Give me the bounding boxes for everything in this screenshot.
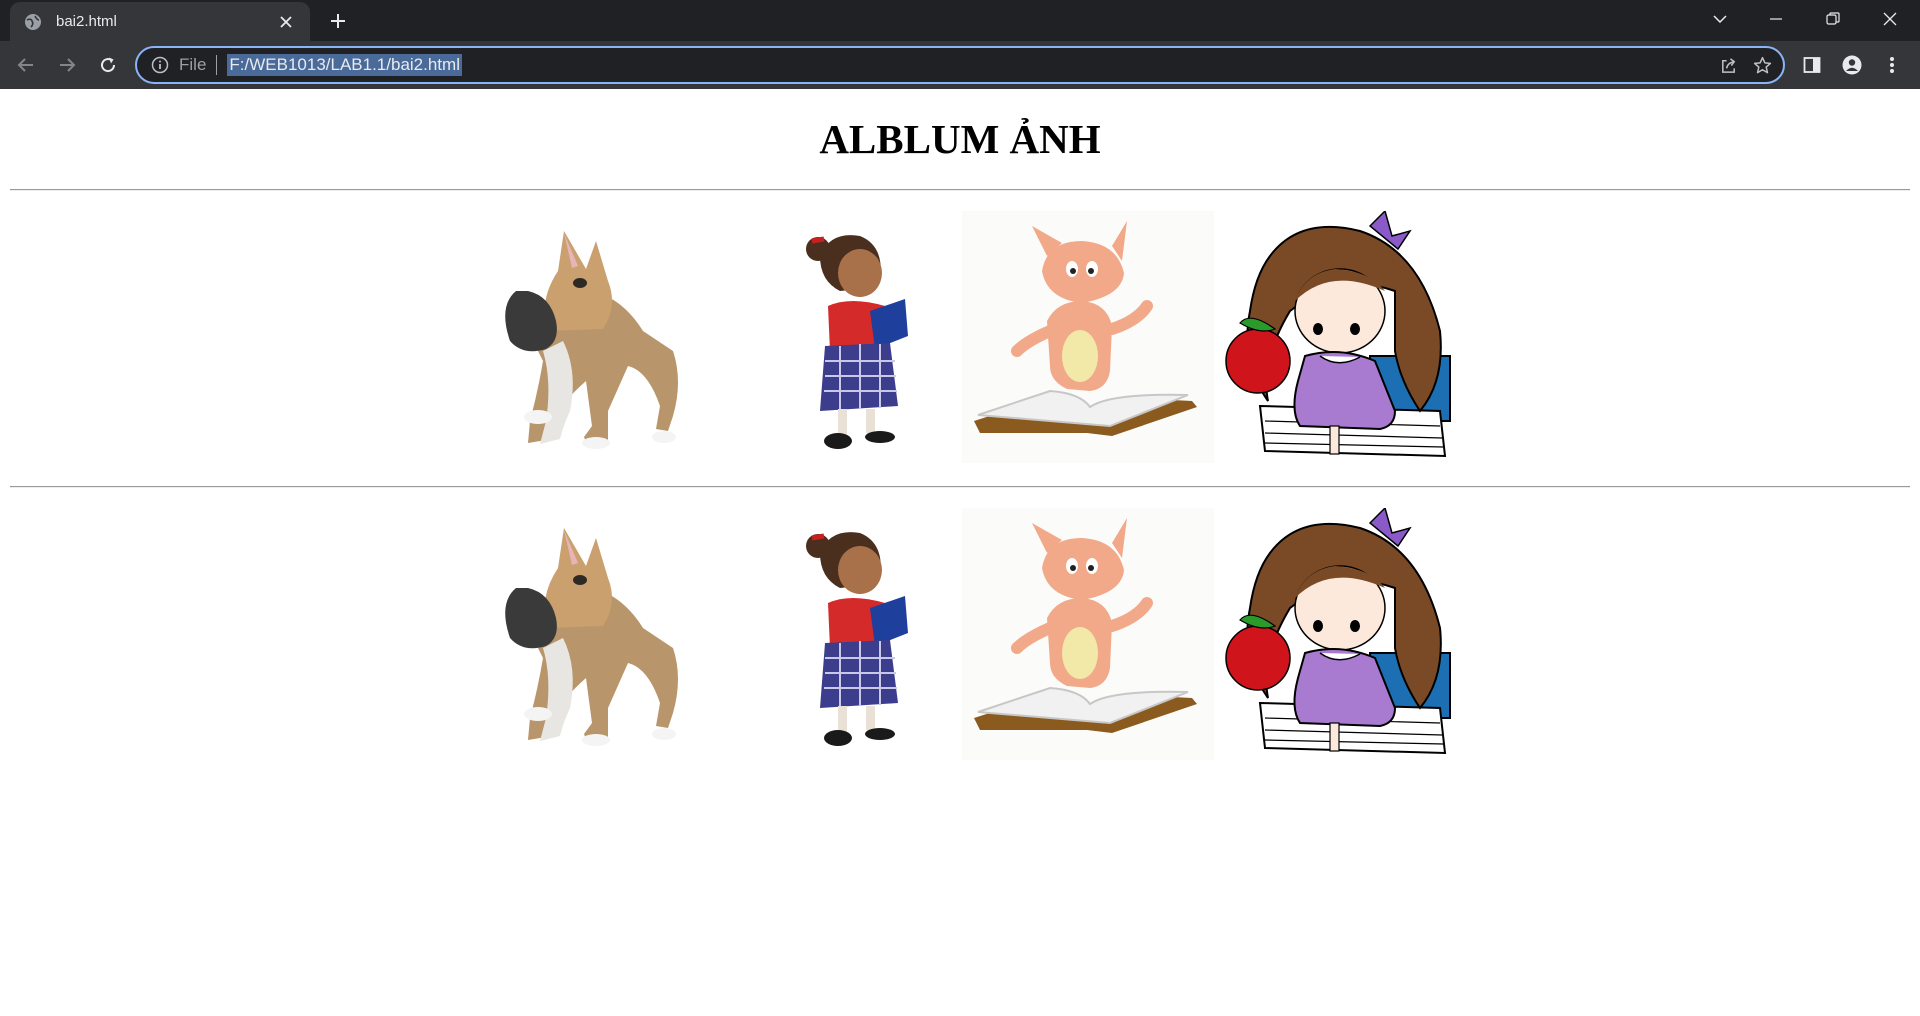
tab-search-chevron-down-icon[interactable] [1692, 0, 1748, 38]
address-scheme: File [179, 55, 207, 74]
divider [10, 189, 1910, 191]
bookmark-star-icon[interactable] [1745, 48, 1779, 82]
dog-image [468, 508, 720, 760]
browser-toolbar: File F:/WEB1013/LAB1.1/bai2.html [0, 41, 1920, 89]
address-url[interactable]: F:/WEB1013/LAB1.1/bai2.html [227, 54, 462, 76]
new-tab-button[interactable] [325, 8, 351, 34]
cat-on-book-image [962, 508, 1214, 760]
globe-icon [24, 13, 42, 31]
profile-avatar-icon[interactable] [1836, 49, 1868, 81]
tab-bai2[interactable]: bai2.html [10, 2, 310, 41]
girl-reading-image [720, 211, 972, 463]
address-bar[interactable]: File F:/WEB1013/LAB1.1/bai2.html [135, 46, 1785, 84]
album-row-1 [0, 211, 1920, 463]
share-icon[interactable] [1711, 48, 1745, 82]
address-separator [216, 55, 218, 75]
side-panel-icon[interactable] [1796, 49, 1828, 81]
girl-reading-image [720, 508, 972, 760]
tab-close-icon[interactable] [276, 12, 296, 32]
cat-on-book-image [962, 211, 1214, 463]
reload-button[interactable] [92, 49, 124, 81]
more-menu-icon[interactable] [1876, 49, 1908, 81]
close-window-button[interactable] [1862, 0, 1918, 38]
girl-with-apple-image [1220, 508, 1472, 760]
back-button[interactable] [10, 49, 42, 81]
forward-button[interactable] [51, 49, 83, 81]
info-icon[interactable] [151, 56, 169, 74]
tab-title: bai2.html [56, 13, 117, 30]
restore-button[interactable] [1805, 0, 1861, 38]
page-content: ALBLUM ẢNH [0, 89, 1920, 1016]
tab-strip: bai2.html [0, 0, 1920, 41]
album-row-2 [0, 508, 1920, 760]
minimize-button[interactable] [1748, 0, 1804, 38]
page-title: ALBLUM ẢNH [819, 116, 1101, 162]
divider [10, 486, 1910, 488]
girl-with-apple-image [1220, 211, 1472, 463]
dog-image [468, 211, 720, 463]
